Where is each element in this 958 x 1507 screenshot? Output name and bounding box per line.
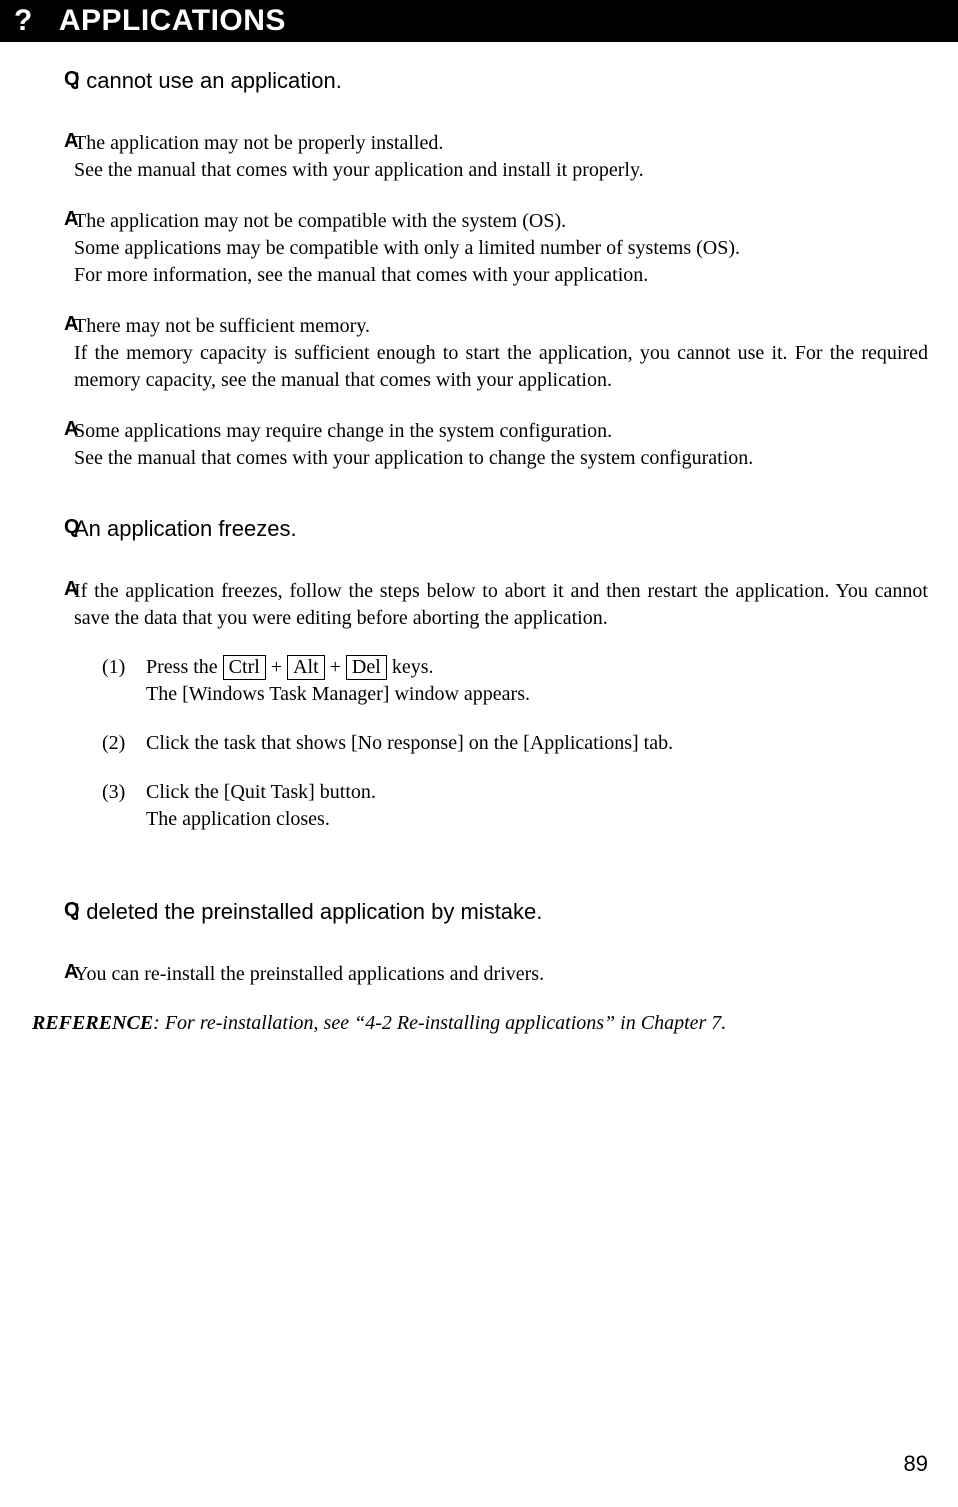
step-number: (3) xyxy=(102,779,146,833)
a-marker: A xyxy=(30,313,66,394)
reference-note: REFERENCE: For re-installation, see “4-2… xyxy=(32,1012,928,1035)
a-marker: A xyxy=(30,208,66,289)
answer-1-1: A The application may not be properly in… xyxy=(30,130,928,184)
answer-1-2: A The application may not be compatible … xyxy=(30,208,928,289)
answer-2-1: A If the application freezes, follow the… xyxy=(30,578,928,855)
q-text: I cannot use an application. xyxy=(66,68,928,94)
step-number: (2) xyxy=(102,730,146,757)
header-question-mark: ? xyxy=(14,4,33,38)
a-marker: A xyxy=(30,418,66,472)
keycap-alt: Alt xyxy=(287,655,325,680)
q-text: I deleted the preinstalled application b… xyxy=(66,899,928,925)
q-marker: Q xyxy=(30,899,66,925)
answer-1-4: A Some applications may require change i… xyxy=(30,418,928,472)
section-header: ? APPLICATIONS xyxy=(0,0,958,42)
a-text: You can re-install the preinstalled appl… xyxy=(66,961,928,988)
q-marker: Q xyxy=(30,68,66,94)
step-text: Click the task that shows [No response] … xyxy=(146,730,928,757)
a-marker: A xyxy=(30,130,66,184)
a-text: If the application freezes, follow the s… xyxy=(74,580,928,629)
q-marker: Q xyxy=(30,516,66,542)
reference-label: REFERENCE xyxy=(32,1012,153,1034)
a-text: There may not be sufficient memory.If th… xyxy=(66,313,928,394)
page-number: 89 xyxy=(904,1451,928,1477)
a-body: If the application freezes, follow the s… xyxy=(66,578,928,855)
step-3: (3) Click the [Quit Task] button. The ap… xyxy=(102,779,928,833)
a-text: The application may not be properly inst… xyxy=(66,130,928,184)
a-marker: A xyxy=(30,961,66,988)
step-1: (1) Press the Ctrl + Alt + Del keys. The… xyxy=(102,654,928,708)
keycap-del: Del xyxy=(346,655,387,680)
step-text: Press the Ctrl + Alt + Del keys. The [Wi… xyxy=(146,654,928,708)
step-text: Click the [Quit Task] button. The applic… xyxy=(146,779,928,833)
question-2: Q An application freezes. xyxy=(30,516,928,542)
question-1: Q I cannot use an application. xyxy=(30,68,928,94)
keycap-ctrl: Ctrl xyxy=(223,655,266,680)
a-text: The application may not be compatible wi… xyxy=(66,208,928,289)
answer-1-3: A There may not be sufficient memory.If … xyxy=(30,313,928,394)
answer-3-1: A You can re-install the preinstalled ap… xyxy=(30,961,928,988)
header-title: APPLICATIONS xyxy=(59,4,286,38)
steps-list: (1) Press the Ctrl + Alt + Del keys. The… xyxy=(102,654,928,833)
question-3: Q I deleted the preinstalled application… xyxy=(30,899,928,925)
step-2: (2) Click the task that shows [No respon… xyxy=(102,730,928,757)
page-content: Q I cannot use an application. A The app… xyxy=(0,68,958,1035)
a-marker: A xyxy=(30,578,66,855)
reference-text: : For re-installation, see “4-2 Re-insta… xyxy=(153,1012,726,1034)
a-text: Some applications may require change in … xyxy=(66,418,928,472)
q-text: An application freezes. xyxy=(66,516,928,542)
step-number: (1) xyxy=(102,654,146,708)
